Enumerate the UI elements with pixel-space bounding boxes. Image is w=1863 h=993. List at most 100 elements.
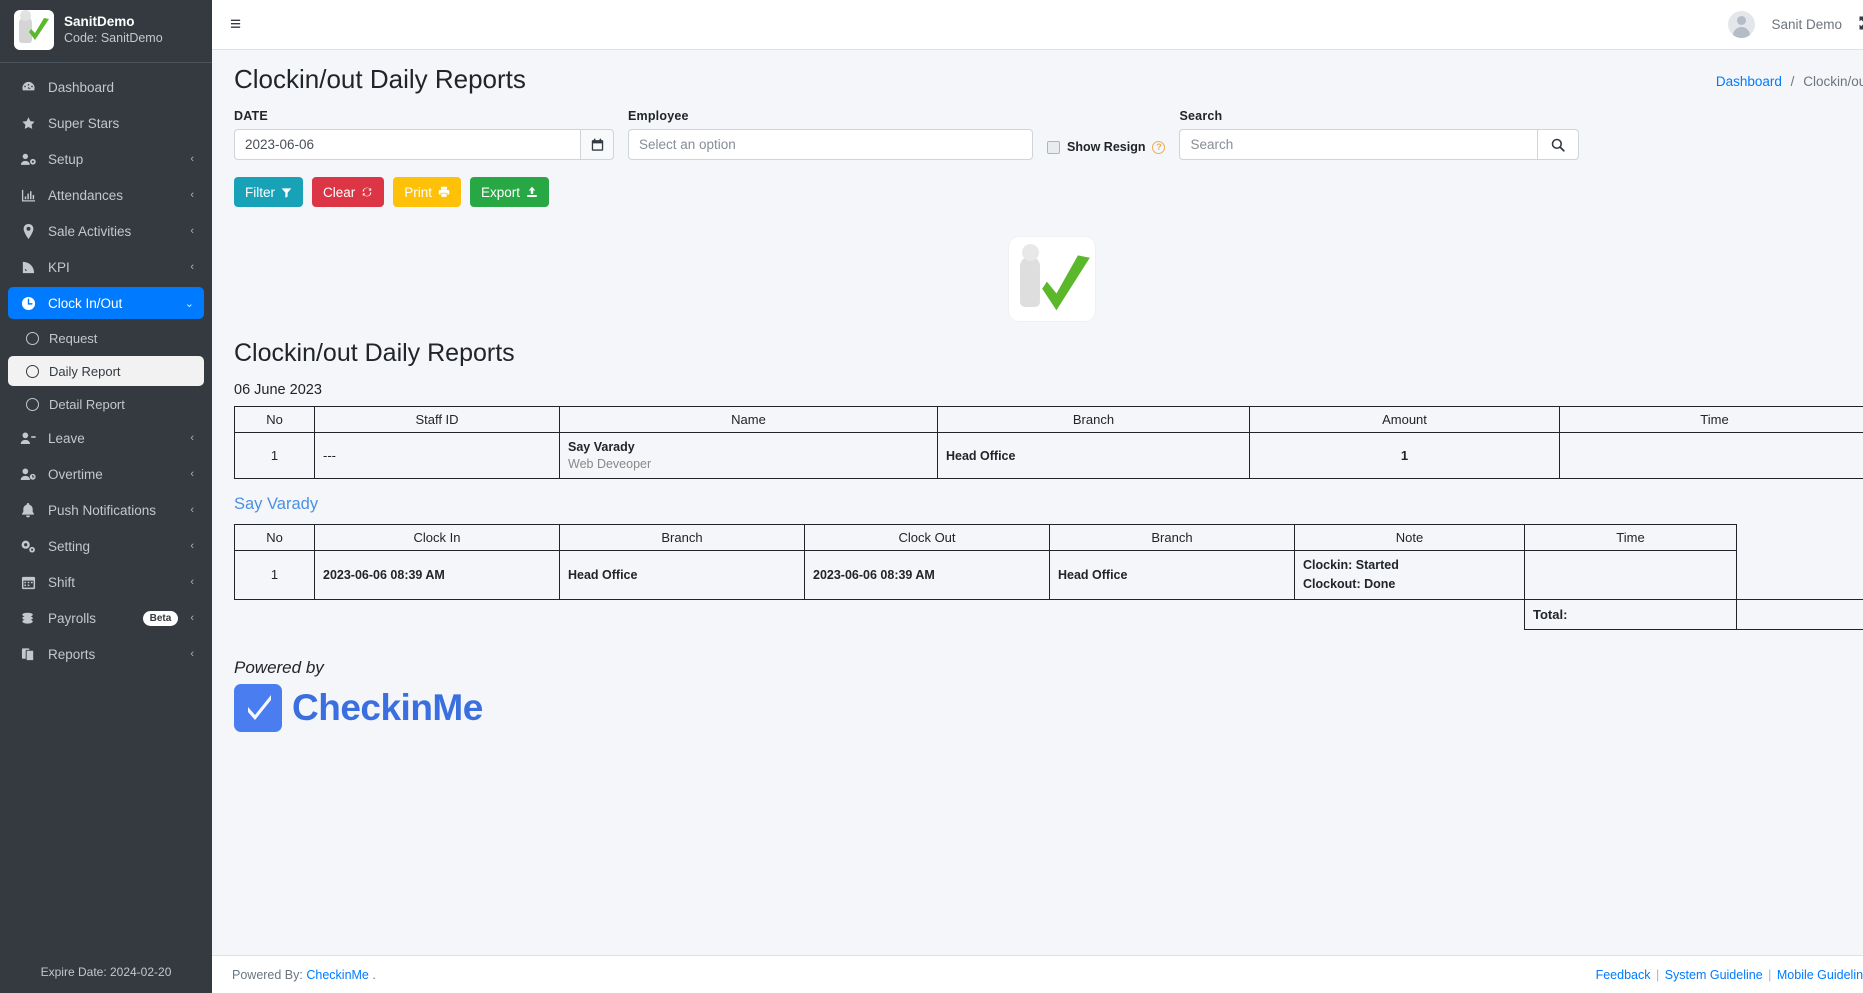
table-row: 1 2023-06-06 08:39 AM Head Office 2023-0… xyxy=(234,550,1863,600)
signal-icon xyxy=(18,260,38,275)
print-button[interactable]: Print xyxy=(393,177,462,207)
checkinme-mark-icon xyxy=(234,683,282,732)
search-button[interactable] xyxy=(1537,129,1580,160)
chevron-left-icon: ‹ xyxy=(190,153,194,165)
sidebar-item-label: Push Notifications xyxy=(48,502,157,518)
breadcrumb-dashboard-link[interactable]: Dashboard xyxy=(1716,74,1782,89)
report-area: Clockin/out Daily Reports 06 June 2023 N… xyxy=(212,207,1863,732)
funnel-icon xyxy=(281,187,292,198)
detail-cell-branch-out: Head Office xyxy=(1049,550,1295,600)
brand-code: Code: SanitDemo xyxy=(64,30,163,45)
chevron-left-icon: ‹ xyxy=(190,504,194,516)
help-icon[interactable]: ? xyxy=(1152,140,1166,154)
sidebar-item-setup[interactable]: Setup ‹ xyxy=(8,143,204,175)
sidebar-item-clock-in-out[interactable]: Clock In/Out ⌄ xyxy=(8,287,204,319)
sidebar-item-attendances[interactable]: Attendances ‹ xyxy=(8,179,204,211)
show-resign-label: Show Resign xyxy=(1067,140,1146,154)
upload-icon xyxy=(527,186,537,197)
feedback-link[interactable]: Feedback xyxy=(1596,968,1651,982)
topbar: ≡ Sanit Demo xyxy=(212,0,1863,50)
detail-cell-time xyxy=(1524,550,1737,600)
sidebar-item-super-stars[interactable]: Super Stars xyxy=(8,107,204,139)
sidebar-item-reports[interactable]: Reports ‹ xyxy=(8,638,204,670)
employee-detail-link[interactable]: Say Varady xyxy=(234,495,1863,514)
search-input[interactable] xyxy=(1179,129,1538,160)
sidebar-subitem-label: Detail Report xyxy=(49,396,125,412)
sidebar-item-label: Reports xyxy=(48,646,96,662)
sidebar-item-dashboard[interactable]: Dashboard xyxy=(8,71,204,103)
employee-select[interactable] xyxy=(628,129,1033,160)
chevron-left-icon: ‹ xyxy=(190,576,194,588)
sidebar-item-label: Super Stars xyxy=(48,115,120,131)
total-spacer xyxy=(235,599,1525,629)
summary-col-staff-id: Staff ID xyxy=(314,406,560,433)
sidebar-item-payrolls[interactable]: Payrolls Beta ‹ xyxy=(8,602,204,634)
chevron-left-icon: ‹ xyxy=(190,540,194,552)
export-button-label: Export xyxy=(481,184,521,200)
sidebar-item-daily-report[interactable]: Daily Report xyxy=(8,356,204,386)
powered-by-block: Powered by CheckinMe xyxy=(234,658,1863,732)
page-head: Clockin/out Daily Reports Dashboard / Cl… xyxy=(212,50,1863,95)
summary-table-header-row: No Staff ID Name Branch Amount Time xyxy=(234,406,1863,433)
summary-col-name: Name xyxy=(559,406,938,433)
total-row: Total: xyxy=(235,598,1863,630)
sidebar-item-label: KPI xyxy=(48,259,70,275)
date-input[interactable] xyxy=(234,129,580,160)
detail-col-blank xyxy=(1737,525,1863,551)
action-buttons-row: Filter Clear Print Export xyxy=(212,160,1863,207)
search-filter-group: Search xyxy=(1179,109,1580,160)
detail-col-branch-in: Branch xyxy=(559,524,805,551)
detail-cell-branch-in: Head Office xyxy=(559,550,805,600)
user-gear-icon xyxy=(18,152,38,167)
mobile-guideline-link[interactable]: Mobile Guideline xyxy=(1777,968,1863,982)
sidebar-item-detail-report[interactable]: Detail Report xyxy=(8,389,204,419)
sidebar-subitem-label: Request xyxy=(49,330,98,346)
show-resign-control[interactable]: Show Resign ? xyxy=(1047,140,1166,154)
sidebar-item-label: Payrolls xyxy=(48,610,97,626)
brand-title: SanitDemo xyxy=(64,13,135,29)
filter-button[interactable]: Filter xyxy=(234,177,303,207)
fullscreen-icon[interactable] xyxy=(1858,15,1863,35)
avatar[interactable] xyxy=(1728,11,1756,38)
checkinme-wordmark: CheckinMe xyxy=(292,686,483,728)
date-label: DATE xyxy=(234,109,268,123)
refresh-icon xyxy=(362,187,372,197)
sidebar-item-request[interactable]: Request xyxy=(8,323,204,353)
star-icon xyxy=(18,116,38,131)
summary-cell-amount: 1 xyxy=(1249,432,1560,479)
clear-button[interactable]: Clear xyxy=(312,177,385,207)
detail-table-header-row: No Clock In Branch Clock Out Branch Note… xyxy=(234,524,1863,551)
employee-name: Say Varady xyxy=(568,440,635,454)
footer-checkinme-link[interactable]: CheckinMe xyxy=(306,968,369,982)
sidebar-item-push-notifications[interactable]: Push Notifications ‹ xyxy=(8,494,204,526)
sidebar-item-label: Attendances xyxy=(48,187,124,203)
employee-position: Web Deveoper xyxy=(568,457,652,471)
powered-by-text: Powered by xyxy=(234,657,324,677)
summary-cell-name: Say Varady Web Deveoper xyxy=(559,432,938,479)
circle-icon xyxy=(26,364,39,378)
chevron-left-icon: ‹ xyxy=(190,225,194,237)
calendar-icon xyxy=(18,575,38,590)
circle-icon xyxy=(26,397,39,411)
sidebar-item-sale-activities[interactable]: Sale Activities ‹ xyxy=(8,215,204,247)
page-title: Clockin/out Daily Reports xyxy=(234,64,526,94)
detail-cell-clock-in: 2023-06-06 08:39 AM xyxy=(314,550,560,600)
calendar-button[interactable] xyxy=(580,129,614,160)
system-guideline-link[interactable]: System Guideline xyxy=(1665,968,1763,982)
summary-cell-no: 1 xyxy=(234,432,315,479)
app-root: SanitDemo Code: SanitDemo Dashboard Supe… xyxy=(0,0,1863,993)
sidebar-item-setting[interactable]: Setting ‹ xyxy=(8,530,204,562)
summary-cell-branch: Head Office xyxy=(937,432,1250,479)
hamburger-menu-icon[interactable]: ≡ xyxy=(230,15,241,34)
sidebar-item-kpi[interactable]: KPI ‹ xyxy=(8,251,204,283)
detail-cell-note: Clockin: Started Clockout: Done xyxy=(1294,550,1525,600)
user-name[interactable]: Sanit Demo xyxy=(1771,17,1842,32)
chevron-left-icon: ‹ xyxy=(190,261,194,273)
brand-block[interactable]: SanitDemo Code: SanitDemo xyxy=(0,0,212,63)
detail-col-note: Note xyxy=(1294,524,1525,551)
sidebar-item-overtime[interactable]: Overtime ‹ xyxy=(8,458,204,490)
sidebar-item-leave[interactable]: Leave ‹ xyxy=(8,422,204,454)
show-resign-checkbox[interactable] xyxy=(1047,140,1060,154)
sidebar-item-shift[interactable]: Shift ‹ xyxy=(8,566,204,598)
export-button[interactable]: Export xyxy=(470,177,550,207)
